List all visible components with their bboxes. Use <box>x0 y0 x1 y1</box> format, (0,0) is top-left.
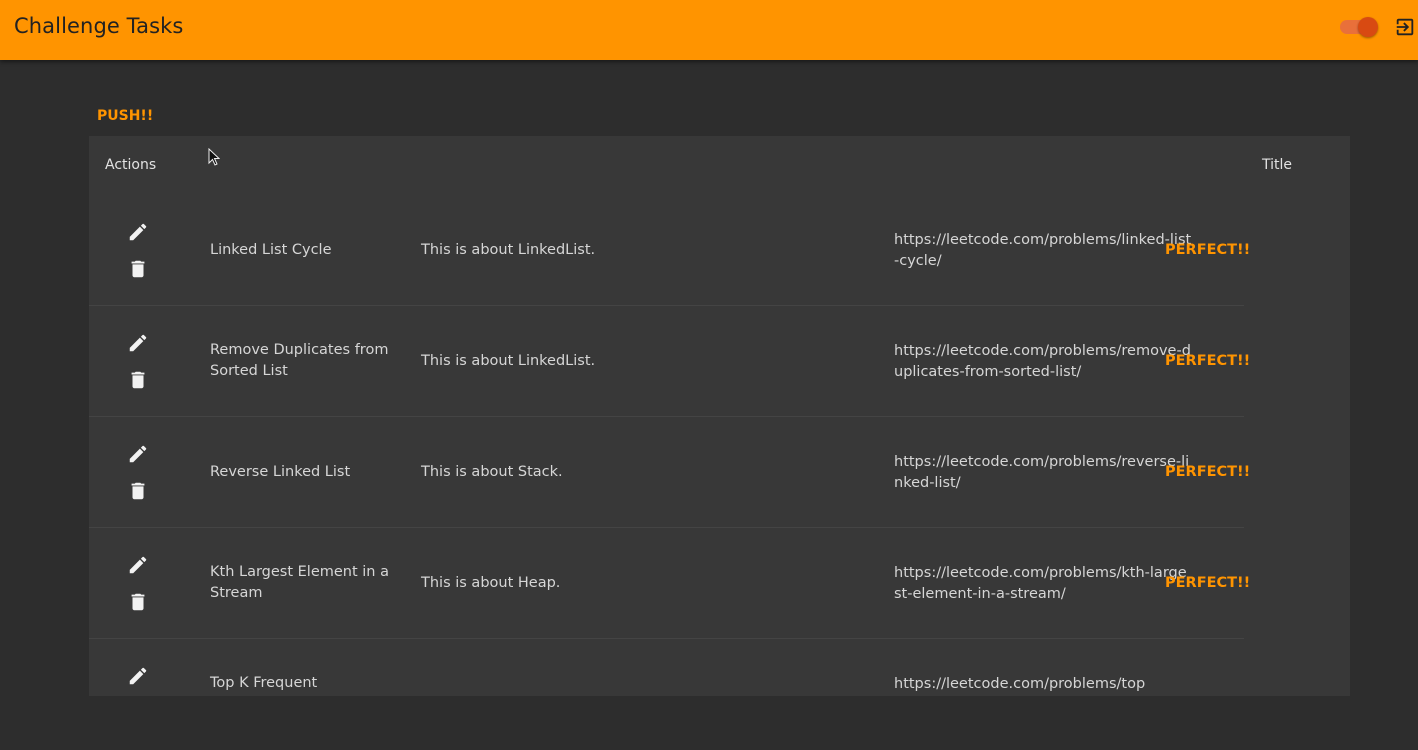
row-description: This is about Heap. <box>421 575 561 591</box>
app-title: Challenge Tasks <box>14 14 184 38</box>
row-title: Top K Frequent <box>210 675 318 691</box>
delete-icon[interactable] <box>127 480 149 502</box>
edit-icon[interactable] <box>127 665 149 687</box>
app-bar: Challenge Tasks <box>0 0 1418 60</box>
edit-icon[interactable] <box>127 554 149 576</box>
mouse-cursor-icon <box>208 148 220 166</box>
edit-icon[interactable] <box>127 332 149 354</box>
table-row: Kth Largest Element in a Stream This is … <box>89 528 1350 639</box>
table-row: Linked List Cycle This is about LinkedLi… <box>89 195 1350 306</box>
row-url[interactable]: https://leetcode.com/problems/reverse-li… <box>894 452 1194 494</box>
header-title[interactable]: Title <box>1262 157 1292 173</box>
delete-icon[interactable] <box>127 258 149 280</box>
row-status: PERFECT!! <box>1165 242 1251 258</box>
row-url[interactable]: https://leetcode.com/problems/kth-larges… <box>894 563 1194 605</box>
row-status: PERFECT!! <box>1165 464 1251 480</box>
table-row: Reverse Linked List This is about Stack.… <box>89 417 1350 528</box>
table-row: Top K Frequent https://leetcode.com/prob… <box>89 639 1350 750</box>
section-label: PUSH!! <box>97 108 154 124</box>
row-title: Remove Duplicates from Sorted List <box>210 342 389 379</box>
delete-icon[interactable] <box>127 591 149 613</box>
row-title: Kth Largest Element in a Stream <box>210 564 389 601</box>
edit-icon[interactable] <box>127 221 149 243</box>
row-url[interactable]: https://leetcode.com/problems/remove-dup… <box>894 341 1194 383</box>
row-url[interactable]: https://leetcode.com/problems/top <box>894 674 1194 695</box>
theme-toggle[interactable] <box>1338 17 1380 37</box>
edit-icon[interactable] <box>127 443 149 465</box>
row-status: PERFECT!! <box>1165 353 1251 369</box>
row-description: This is about Stack. <box>421 464 563 480</box>
logout-icon[interactable] <box>1394 16 1416 38</box>
row-title: Reverse Linked List <box>210 464 351 480</box>
toggle-thumb <box>1358 17 1378 37</box>
row-title: Linked List Cycle <box>210 242 332 258</box>
delete-icon[interactable] <box>127 369 149 391</box>
row-description: This is about LinkedList. <box>421 353 596 369</box>
row-status: PERFECT!! <box>1165 575 1251 591</box>
row-description: This is about LinkedList. <box>421 242 596 258</box>
tasks-table: Actions Title Linked List Cycle This is … <box>89 136 1350 696</box>
table-row: Remove Duplicates from Sorted List This … <box>89 306 1350 417</box>
header-actions: Actions <box>105 157 157 173</box>
row-url[interactable]: https://leetcode.com/problems/linked-lis… <box>894 230 1194 272</box>
